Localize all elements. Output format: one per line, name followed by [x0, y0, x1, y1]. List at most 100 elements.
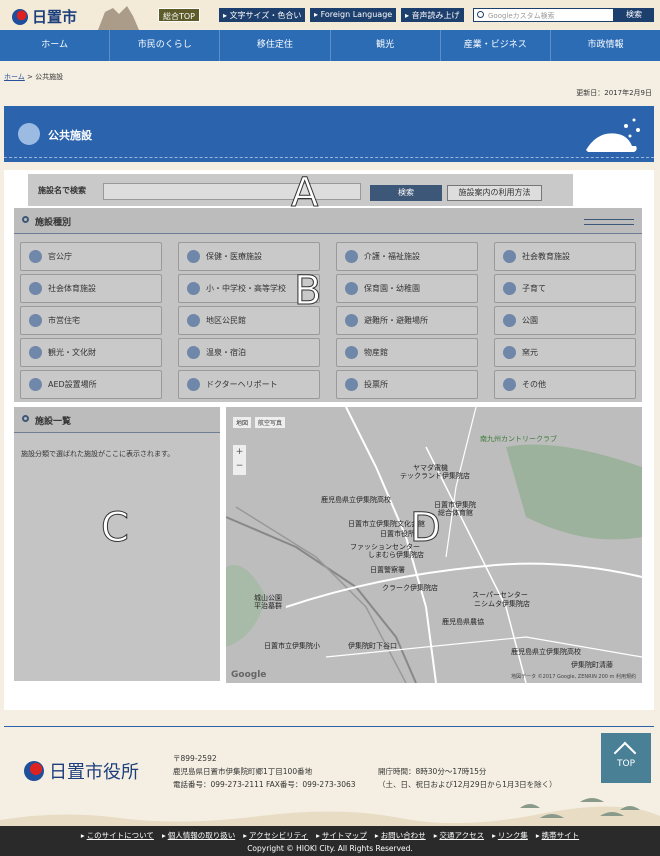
- map-type-map-tab[interactable]: 地図: [233, 417, 252, 428]
- top-link[interactable]: 総合TOP: [158, 8, 201, 22]
- facility-type-button[interactable]: 介護・福祉施設: [336, 242, 478, 271]
- search-placeholder: Googleカスタム検索: [488, 12, 555, 20]
- facility-search-input[interactable]: [103, 183, 361, 200]
- facility-type-button[interactable]: 官公庁: [20, 242, 162, 271]
- facility-type-label: 社会体育施設: [48, 284, 96, 293]
- city-emblem-icon: [12, 8, 28, 25]
- footer-link[interactable]: 交通アクセス: [434, 831, 484, 840]
- facility-type-label: 避難所・避難場所: [364, 316, 428, 325]
- nav-government[interactable]: 市政情報: [551, 30, 660, 61]
- facility-type-label: 物産館: [364, 348, 388, 357]
- footer-link[interactable]: リンク集: [492, 831, 528, 840]
- map-attribution[interactable]: 地図データ ©2017 Google, ZENRIN 200 m 利用規約: [511, 673, 636, 680]
- evacuation-icon: [345, 314, 358, 327]
- facility-search-button[interactable]: 検索: [370, 185, 442, 201]
- map-type-satellite-tab[interactable]: 航空写真: [255, 417, 286, 428]
- heliport-icon: [187, 378, 200, 391]
- nav-tourism[interactable]: 観光: [331, 30, 441, 61]
- nav-business[interactable]: 産業・ビジネス: [441, 30, 551, 61]
- search-icon: [477, 11, 484, 18]
- facility-type-label: 市営住宅: [48, 316, 80, 325]
- footer-hours-text: 開庁時間：8時30分～17時15分: [378, 767, 487, 776]
- foreign-language-link[interactable]: ▸ Foreign Language: [310, 8, 397, 22]
- shop-icon: [345, 346, 358, 359]
- facility-type-grid: 官公庁 保健・医療施設 介護・福祉施設 社会教育施設社会体育施設 小・中学校・高等学校 保…: [20, 242, 637, 399]
- facility-type-button[interactable]: 社会教育施設: [494, 242, 636, 271]
- facility-type-button[interactable]: 温泉・宿泊: [178, 338, 320, 367]
- footer-link[interactable]: アクセシビリティ: [243, 831, 308, 840]
- map-zoom-control: + −: [233, 445, 246, 475]
- facility-type-button[interactable]: 窯元: [494, 338, 636, 367]
- page-title-band: 公共施設: [4, 106, 654, 162]
- facility-type-label: その他: [522, 380, 546, 389]
- facility-type-button[interactable]: 保健・医療施設: [178, 242, 320, 271]
- facility-type-button[interactable]: 公園: [494, 306, 636, 335]
- breadcrumb-home[interactable]: ホーム: [4, 73, 25, 81]
- voice-link[interactable]: ▸ 音声読み上げ: [401, 8, 464, 22]
- logo-text: 日置市: [32, 8, 78, 26]
- facility-type-button[interactable]: 市営住宅: [20, 306, 162, 335]
- ballot-icon: [345, 378, 358, 391]
- map-label: しまむら伊集院店: [368, 551, 424, 559]
- footer-links: このサイトについて個人情報の取り扱いアクセシビリティサイトマップお問い合わせ交通…: [0, 830, 660, 841]
- site-header: 日置市 総合TOP ▸ 文字サイズ・色合い ▸ Foreign Language…: [0, 0, 660, 30]
- facility-type-button[interactable]: 子育て: [494, 274, 636, 303]
- facility-list-heading: 施設一覧: [35, 417, 72, 427]
- facility-type-button[interactable]: AED設置場所: [20, 370, 162, 399]
- facility-help-button[interactable]: 施設案内の利用方法: [447, 185, 542, 201]
- facility-type-label: 窯元: [522, 348, 538, 357]
- nav-living[interactable]: 市民のくらし: [110, 30, 221, 61]
- region-label-a: A: [290, 170, 319, 217]
- facility-type-label: 介護・福祉施設: [364, 252, 420, 261]
- region-label-b: B: [293, 268, 322, 315]
- footer-address: 〒899-2592 鹿児島県日置市伊集院町郷1丁目100番地 電話番号：099-…: [173, 752, 356, 791]
- facility-type-button[interactable]: 社会体育施設: [20, 274, 162, 303]
- school-icon: [187, 282, 200, 295]
- facility-type-button[interactable]: 観光・文化財: [20, 338, 162, 367]
- city-emblem-icon: [24, 761, 44, 781]
- facility-type-label: 社会教育施設: [522, 252, 570, 261]
- nav-home[interactable]: ホーム: [0, 30, 111, 61]
- breadcrumb: ホーム > 公共施設: [4, 72, 63, 82]
- facility-type-button[interactable]: 投票所: [336, 370, 478, 399]
- zoom-out-button[interactable]: −: [233, 459, 246, 473]
- hotspring-icon: [187, 346, 200, 359]
- facility-type-button[interactable]: 物産館: [336, 338, 478, 367]
- facility-type-button[interactable]: 避難所・避難場所: [336, 306, 478, 335]
- nav-migration[interactable]: 移住定住: [220, 30, 331, 61]
- region-label-d: D: [410, 505, 442, 552]
- footer-link[interactable]: 個人情報の取り扱い: [162, 831, 236, 840]
- map-label: 伊集院町清藤: [571, 661, 613, 669]
- footer-bar: このサイトについて個人情報の取り扱いアクセシビリティサイトマップお問い合わせ交通…: [0, 826, 660, 856]
- facility-type-label: 保育園・幼稚園: [364, 284, 420, 293]
- park-icon: [503, 314, 516, 327]
- facility-type-label: 小・中学校・高等学校: [206, 284, 286, 293]
- facility-type-label: 官公庁: [48, 252, 72, 261]
- footer-postal: 〒899-2592: [173, 754, 217, 763]
- housing-icon: [29, 314, 42, 327]
- facility-type-label: 公園: [522, 316, 538, 325]
- footer-link[interactable]: このサイトについて: [81, 831, 154, 840]
- map-label: 平治墓群: [254, 602, 282, 610]
- site-logo[interactable]: 日置市: [12, 6, 77, 27]
- site-search-input[interactable]: Googleカスタム検索: [473, 8, 614, 22]
- aed-icon: [29, 378, 42, 391]
- back-to-top-button[interactable]: TOP: [601, 733, 651, 783]
- text-size-link[interactable]: ▸ 文字サイズ・色合い: [219, 8, 306, 22]
- footer-link[interactable]: お問い合わせ: [375, 831, 426, 840]
- footer-divider: [4, 726, 654, 727]
- footer-link[interactable]: サイトマップ: [316, 831, 367, 840]
- text-size-label: 文字サイズ・色合い: [229, 11, 302, 20]
- facility-type-label: 地区公民館: [206, 316, 246, 325]
- footer-link[interactable]: 携帯サイト: [536, 831, 580, 840]
- site-search-button[interactable]: 検索: [614, 8, 654, 22]
- copyright: Copyright © HIOKI City. All Rights Reser…: [247, 844, 413, 853]
- facility-type-button[interactable]: ドクターヘリポート: [178, 370, 320, 399]
- facility-type-label: 子育て: [522, 284, 546, 293]
- footer-logo: 日置市役所: [24, 758, 139, 784]
- section-dot-icon: [22, 216, 29, 223]
- facility-type-button[interactable]: その他: [494, 370, 636, 399]
- zoom-in-button[interactable]: +: [233, 445, 246, 459]
- turtle-illustration-icon: [586, 118, 640, 152]
- facility-type-button[interactable]: 保育園・幼稚園: [336, 274, 478, 303]
